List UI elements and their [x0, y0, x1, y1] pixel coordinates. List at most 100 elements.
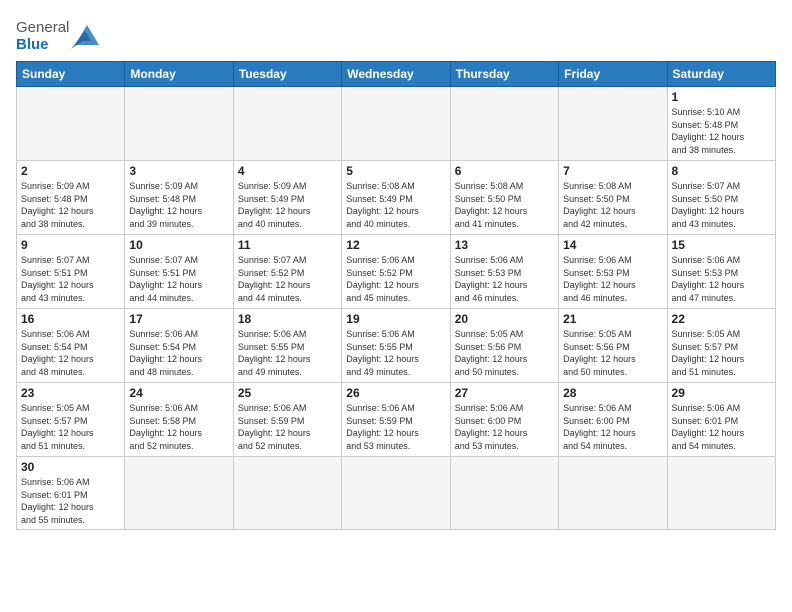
day-info: Sunrise: 5:07 AM Sunset: 5:50 PM Dayligh…: [672, 180, 771, 230]
calendar-cell: 8 Sunrise: 5:07 AM Sunset: 5:50 PM Daylig…: [667, 161, 775, 235]
day-info: Sunrise: 5:09 AM Sunset: 5:48 PM Dayligh…: [129, 180, 228, 230]
day-number: 13: [455, 238, 554, 252]
calendar-cell: 10 Sunrise: 5:07 AM Sunset: 5:51 PM Dayli…: [125, 235, 233, 309]
day-number: 14: [563, 238, 662, 252]
day-number: 17: [129, 312, 228, 326]
calendar-cell: 2Sunrise: 5:09 AM Sunset: 5:48 PM Daylig…: [17, 161, 125, 235]
day-info: Sunrise: 5:06 AM Sunset: 6:00 PM Dayligh…: [563, 402, 662, 452]
calendar-cell: [667, 457, 775, 530]
logo-icon: [71, 21, 103, 49]
calendar-cell: [342, 457, 450, 530]
calendar-cell: [450, 457, 558, 530]
day-number: 28: [563, 386, 662, 400]
calendar-cell: [125, 457, 233, 530]
day-info: Sunrise: 5:09 AM Sunset: 5:49 PM Dayligh…: [238, 180, 337, 230]
header-thursday: Thursday: [450, 62, 558, 87]
calendar-cell: 9 Sunrise: 5:07 AM Sunset: 5:51 PM Daylig…: [17, 235, 125, 309]
day-info: Sunrise: 5:05 AM Sunset: 5:56 PM Dayligh…: [455, 328, 554, 378]
day-info: Sunrise: 5:06 AM Sunset: 6:01 PM Dayligh…: [672, 402, 771, 452]
calendar-cell: 1 Sunrise: 5:10 AM Sunset: 5:48 PM Daylig…: [667, 87, 775, 161]
header-saturday: Saturday: [667, 62, 775, 87]
calendar-cell: 5Sunrise: 5:08 AM Sunset: 5:49 PM Daylig…: [342, 161, 450, 235]
day-number: 9: [21, 238, 120, 252]
week-row-5: 23 Sunrise: 5:05 AM Sunset: 5:57 PM Dayli…: [17, 383, 776, 457]
day-info: Sunrise: 5:08 AM Sunset: 5:50 PM Dayligh…: [563, 180, 662, 230]
calendar-cell: 29 Sunrise: 5:06 AM Sunset: 6:01 PM Dayli…: [667, 383, 775, 457]
day-info: Sunrise: 5:06 AM Sunset: 5:55 PM Dayligh…: [346, 328, 445, 378]
day-info: Sunrise: 5:10 AM Sunset: 5:48 PM Dayligh…: [672, 106, 771, 156]
week-row-2: 2Sunrise: 5:09 AM Sunset: 5:48 PM Daylig…: [17, 161, 776, 235]
calendar-cell: [17, 87, 125, 161]
calendar-cell: 17Sunrise: 5:06 AM Sunset: 5:54 PM Dayli…: [125, 309, 233, 383]
logo-general: General: [16, 19, 69, 36]
day-number: 27: [455, 386, 554, 400]
day-number: 23: [21, 386, 120, 400]
calendar-cell: 18 Sunrise: 5:06 AM Sunset: 5:55 PM Dayli…: [233, 309, 341, 383]
logo-blue: Blue: [16, 36, 49, 53]
day-number: 18: [238, 312, 337, 326]
calendar-cell: 30Sunrise: 5:06 AM Sunset: 6:01 PM Dayli…: [17, 457, 125, 530]
calendar-cell: 27 Sunrise: 5:06 AM Sunset: 6:00 PM Dayli…: [450, 383, 558, 457]
day-number: 8: [672, 164, 771, 178]
calendar-cell: 14 Sunrise: 5:06 AM Sunset: 5:53 PM Dayli…: [559, 235, 667, 309]
calendar-cell: 13Sunrise: 5:06 AM Sunset: 5:53 PM Dayli…: [450, 235, 558, 309]
day-info: Sunrise: 5:08 AM Sunset: 5:50 PM Dayligh…: [455, 180, 554, 230]
day-number: 20: [455, 312, 554, 326]
day-info: Sunrise: 5:06 AM Sunset: 5:55 PM Dayligh…: [238, 328, 337, 378]
day-number: 30: [21, 460, 120, 474]
calendar-cell: 4 Sunrise: 5:09 AM Sunset: 5:49 PM Daylig…: [233, 161, 341, 235]
day-info: Sunrise: 5:05 AM Sunset: 5:56 PM Dayligh…: [563, 328, 662, 378]
day-info: Sunrise: 5:07 AM Sunset: 5:51 PM Dayligh…: [129, 254, 228, 304]
calendar-cell: 12Sunrise: 5:06 AM Sunset: 5:52 PM Dayli…: [342, 235, 450, 309]
logo: General Blue: [16, 20, 103, 53]
day-info: Sunrise: 5:06 AM Sunset: 5:52 PM Dayligh…: [346, 254, 445, 304]
days-header-row: SundayMondayTuesdayWednesdayThursdayFrid…: [17, 62, 776, 87]
header-friday: Friday: [559, 62, 667, 87]
day-info: Sunrise: 5:07 AM Sunset: 5:51 PM Dayligh…: [21, 254, 120, 304]
day-info: Sunrise: 5:06 AM Sunset: 5:53 PM Dayligh…: [563, 254, 662, 304]
day-info: Sunrise: 5:06 AM Sunset: 6:00 PM Dayligh…: [455, 402, 554, 452]
calendar-cell: [559, 87, 667, 161]
day-info: Sunrise: 5:07 AM Sunset: 5:52 PM Dayligh…: [238, 254, 337, 304]
day-number: 22: [672, 312, 771, 326]
week-row-4: 16Sunrise: 5:06 AM Sunset: 5:54 PM Dayli…: [17, 309, 776, 383]
day-info: Sunrise: 5:09 AM Sunset: 5:48 PM Dayligh…: [21, 180, 120, 230]
day-number: 1: [672, 90, 771, 104]
header-wednesday: Wednesday: [342, 62, 450, 87]
calendar-cell: [233, 87, 341, 161]
day-number: 26: [346, 386, 445, 400]
day-info: Sunrise: 5:06 AM Sunset: 5:59 PM Dayligh…: [238, 402, 337, 452]
day-number: 10: [129, 238, 228, 252]
header-tuesday: Tuesday: [233, 62, 341, 87]
day-info: Sunrise: 5:06 AM Sunset: 5:54 PM Dayligh…: [21, 328, 120, 378]
calendar-cell: [342, 87, 450, 161]
header-sunday: Sunday: [17, 62, 125, 87]
header-monday: Monday: [125, 62, 233, 87]
day-info: Sunrise: 5:06 AM Sunset: 5:53 PM Dayligh…: [672, 254, 771, 304]
day-number: 6: [455, 164, 554, 178]
calendar-cell: 23 Sunrise: 5:05 AM Sunset: 5:57 PM Dayli…: [17, 383, 125, 457]
day-number: 5: [346, 164, 445, 178]
calendar-cell: 19 Sunrise: 5:06 AM Sunset: 5:55 PM Dayli…: [342, 309, 450, 383]
day-info: Sunrise: 5:05 AM Sunset: 5:57 PM Dayligh…: [672, 328, 771, 378]
day-number: 4: [238, 164, 337, 178]
week-row-3: 9 Sunrise: 5:07 AM Sunset: 5:51 PM Daylig…: [17, 235, 776, 309]
calendar-cell: 16Sunrise: 5:06 AM Sunset: 5:54 PM Dayli…: [17, 309, 125, 383]
calendar-cell: [450, 87, 558, 161]
calendar-cell: [125, 87, 233, 161]
calendar-cell: 20 Sunrise: 5:05 AM Sunset: 5:56 PM Dayli…: [450, 309, 558, 383]
day-number: 19: [346, 312, 445, 326]
week-row-1: 1 Sunrise: 5:10 AM Sunset: 5:48 PM Daylig…: [17, 87, 776, 161]
calendar-cell: [233, 457, 341, 530]
day-info: Sunrise: 5:05 AM Sunset: 5:57 PM Dayligh…: [21, 402, 120, 452]
calendar-cell: 11 Sunrise: 5:07 AM Sunset: 5:52 PM Dayli…: [233, 235, 341, 309]
calendar-cell: 6 Sunrise: 5:08 AM Sunset: 5:50 PM Daylig…: [450, 161, 558, 235]
calendar-cell: 15Sunrise: 5:06 AM Sunset: 5:53 PM Dayli…: [667, 235, 775, 309]
day-number: 24: [129, 386, 228, 400]
day-number: 29: [672, 386, 771, 400]
day-number: 3: [129, 164, 228, 178]
day-number: 11: [238, 238, 337, 252]
calendar-cell: 28 Sunrise: 5:06 AM Sunset: 6:00 PM Dayli…: [559, 383, 667, 457]
day-number: 7: [563, 164, 662, 178]
calendar-cell: 7 Sunrise: 5:08 AM Sunset: 5:50 PM Daylig…: [559, 161, 667, 235]
